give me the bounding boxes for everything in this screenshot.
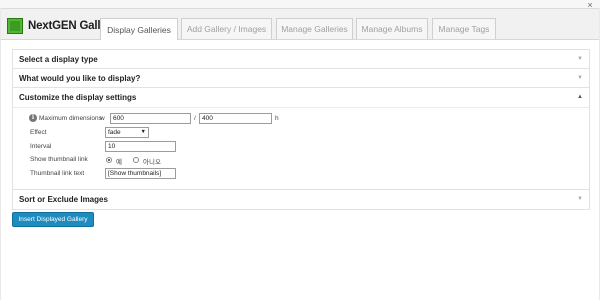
section-sort-exclude: Sort or Exclude Images ▼	[12, 189, 590, 210]
tab-manage-galleries[interactable]: Manage Galleries	[276, 18, 353, 39]
show-thumbnail-link-label: Show thumbnail link	[30, 156, 88, 163]
section-customize-header[interactable]: Customize the display settings ▲	[13, 88, 589, 107]
effect-label: Effect	[30, 129, 47, 136]
insert-displayed-gallery-button[interactable]: Insert Displayed Gallery	[12, 212, 94, 227]
section-title: Select a display type	[19, 55, 98, 64]
arrow-up-icon: ▲	[577, 94, 583, 100]
effect-select[interactable]: fade ▼	[105, 127, 149, 138]
dialog-header: NextGEN Gallery Display Galleries Add Ga…	[1, 9, 599, 40]
section-title: Customize the display settings	[19, 93, 137, 102]
max-width-input[interactable]: 600	[110, 113, 191, 124]
thumbnail-link-text-label: Thumbnail link text	[30, 170, 85, 177]
window-top-bar	[0, 0, 600, 8]
section-what-display: What would you like to display? ▼	[12, 68, 590, 89]
display-settings-form: i Maximum dimensions w 600 / 400 h Effec…	[13, 107, 589, 199]
tab-display-galleries[interactable]: Display Galleries	[100, 18, 178, 40]
width-unit-label: w	[100, 115, 105, 122]
arrow-down-icon: ▼	[577, 75, 583, 81]
interval-input[interactable]: 10	[105, 141, 176, 152]
section-customize: Customize the display settings ▲ i Maxim…	[12, 87, 590, 200]
tab-manage-albums[interactable]: Manage Albums	[356, 18, 428, 39]
thumbnail-link-yes-label: 예	[116, 159, 122, 166]
tab-add-gallery-images[interactable]: Add Gallery / Images	[181, 18, 272, 39]
section-what-display-header[interactable]: What would you like to display? ▼	[13, 69, 589, 88]
arrow-down-icon: ▼	[577, 196, 583, 202]
dimension-separator: /	[194, 115, 196, 122]
height-unit-label: h	[275, 115, 279, 122]
thumbnail-link-no-radio[interactable]	[133, 157, 139, 163]
section-display-type: Select a display type ▼	[12, 49, 590, 70]
max-height-input[interactable]: 400	[199, 113, 272, 124]
tab-manage-tags[interactable]: Manage Tags	[432, 18, 496, 39]
info-icon[interactable]: i	[29, 114, 37, 122]
gallery-dialog: NextGEN Gallery Display Galleries Add Ga…	[1, 8, 599, 300]
thumbnail-link-text-input[interactable]: [Show thumbnails]	[105, 168, 176, 179]
thumbnail-link-yes-radio[interactable]	[106, 157, 112, 163]
logo-mark-icon	[7, 18, 23, 34]
arrow-down-icon: ▼	[577, 56, 583, 62]
interval-label: Interval	[30, 143, 52, 150]
section-sort-exclude-header[interactable]: Sort or Exclude Images ▼	[13, 190, 589, 209]
max-dimensions-label: Maximum dimensions	[39, 115, 102, 122]
thumbnail-link-no-label: 아니오	[143, 159, 161, 166]
section-display-type-header[interactable]: Select a display type ▼	[13, 50, 589, 69]
section-title: Sort or Exclude Images	[19, 195, 108, 204]
chevron-down-icon: ▼	[140, 129, 146, 135]
effect-value: fade	[108, 129, 121, 136]
section-title: What would you like to display?	[19, 74, 141, 83]
